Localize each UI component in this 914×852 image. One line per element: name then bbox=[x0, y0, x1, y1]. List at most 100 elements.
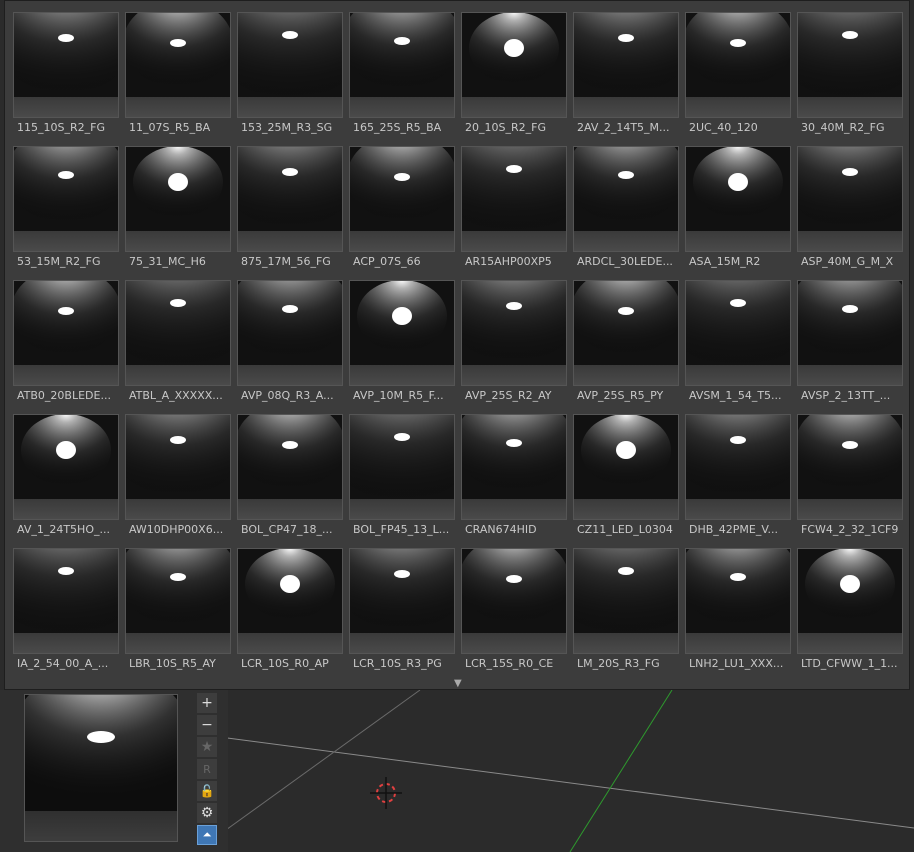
ies-profile-item[interactable]: 875_17M_56_FG bbox=[237, 146, 343, 276]
ies-profile-label: CZ11_LED_L0304 bbox=[577, 523, 673, 536]
ies-profile-item[interactable]: AVP_25S_R5_PY bbox=[573, 280, 679, 410]
collapse-browser-button[interactable]: ⏶ bbox=[197, 825, 217, 845]
ies-profile-item[interactable]: DHB_42PME_V... bbox=[685, 414, 791, 544]
ies-profile-item[interactable]: AW10DHP00X6... bbox=[125, 414, 231, 544]
ies-profile-label: ASP_40M_G_M_X bbox=[801, 255, 894, 268]
ies-profile-label: 2UC_40_120 bbox=[689, 121, 758, 134]
ies-profile-thumbnail bbox=[461, 414, 567, 520]
ies-profile-label: DHB_42PME_V... bbox=[689, 523, 778, 536]
ies-profile-label: AVSM_1_54_T5... bbox=[689, 389, 782, 402]
ies-profile-item[interactable]: 11_07S_R5_BA bbox=[125, 12, 231, 142]
ies-profile-item[interactable]: BOL_FP45_13_L... bbox=[349, 414, 455, 544]
ies-profile-thumbnail bbox=[13, 280, 119, 386]
ies-profile-label: LCR_10S_R3_PG bbox=[353, 657, 442, 670]
ies-profile-label: AVP_08Q_R3_A... bbox=[241, 389, 334, 402]
ies-profile-item[interactable]: LCR_10S_R0_AP bbox=[237, 548, 343, 678]
ies-profile-item[interactable]: ATBL_A_XXXXX... bbox=[125, 280, 231, 410]
ies-profile-thumbnail bbox=[125, 12, 231, 118]
favorite-star-icon[interactable]: ★ bbox=[197, 737, 217, 757]
ies-profile-thumbnail bbox=[125, 414, 231, 520]
ies-profile-item[interactable]: LTD_CFWW_1_1... bbox=[797, 548, 903, 678]
add-profile-button[interactable]: + bbox=[197, 693, 217, 713]
scroll-more-icon[interactable]: ▼ bbox=[454, 678, 462, 689]
settings-gear-icon[interactable]: ⚙ bbox=[197, 803, 217, 823]
ies-profile-item[interactable]: 115_10S_R2_FG bbox=[13, 12, 119, 142]
ies-profile-label: ATB0_20BLEDE... bbox=[17, 389, 111, 402]
ies-profile-item[interactable]: AVP_10M_R5_F... bbox=[349, 280, 455, 410]
ies-profile-thumbnail bbox=[125, 146, 231, 252]
ies-profile-item[interactable]: ATB0_20BLEDE... bbox=[13, 280, 119, 410]
ies-profile-thumbnail bbox=[237, 280, 343, 386]
ies-profile-item[interactable]: LNH2_LU1_XXX... bbox=[685, 548, 791, 678]
ies-profile-label: 875_17M_56_FG bbox=[241, 255, 331, 268]
ies-profile-thumbnail bbox=[573, 414, 679, 520]
ies-profile-thumbnail bbox=[13, 146, 119, 252]
ies-profile-label: ASA_15M_R2 bbox=[689, 255, 761, 268]
ies-profile-item[interactable]: BOL_CP47_18_... bbox=[237, 414, 343, 544]
ies-profile-item[interactable]: 2UC_40_120 bbox=[685, 12, 791, 142]
ies-profile-thumbnail bbox=[685, 548, 791, 654]
ies-profile-label: ACP_07S_66 bbox=[353, 255, 421, 268]
ies-profile-thumbnail bbox=[349, 12, 455, 118]
ies-profile-item[interactable]: ASP_40M_G_M_X bbox=[797, 146, 903, 276]
ies-profile-item[interactable]: AV_1_24T5HO_... bbox=[13, 414, 119, 544]
ies-profile-item[interactable]: ACP_07S_66 bbox=[349, 146, 455, 276]
ies-profile-thumbnail bbox=[461, 548, 567, 654]
ies-profile-thumbnail bbox=[461, 146, 567, 252]
ies-profile-label: AVP_25S_R5_PY bbox=[577, 389, 664, 402]
ies-profile-item[interactable]: LCR_10S_R3_PG bbox=[349, 548, 455, 678]
ies-profile-label: BOL_FP45_13_L... bbox=[353, 523, 450, 536]
ies-profile-thumbnail bbox=[125, 548, 231, 654]
ies-profile-item[interactable]: 165_25S_R5_BA bbox=[349, 12, 455, 142]
ies-profile-thumbnail bbox=[13, 414, 119, 520]
ies-profile-thumbnail bbox=[349, 414, 455, 520]
ies-profile-thumbnail bbox=[685, 280, 791, 386]
ies-profile-item[interactable]: ASA_15M_R2 bbox=[685, 146, 791, 276]
ies-profile-label: AVSP_2_13TT_... bbox=[801, 389, 891, 402]
ies-profile-thumbnail bbox=[797, 12, 903, 118]
ies-profile-thumbnail bbox=[237, 414, 343, 520]
ies-profile-item[interactable]: 75_31_MC_H6 bbox=[125, 146, 231, 276]
ies-profile-item[interactable]: AVP_25S_R2_AY bbox=[461, 280, 567, 410]
ies-profile-label: 53_15M_R2_FG bbox=[17, 255, 101, 268]
ies-profile-label: AW10DHP00X6... bbox=[129, 523, 224, 536]
rename-button[interactable]: R bbox=[197, 759, 217, 779]
ies-profile-item[interactable]: IA_2_54_00_A_... bbox=[13, 548, 119, 678]
ies-profile-thumbnail bbox=[237, 146, 343, 252]
ies-profile-label: AVP_25S_R2_AY bbox=[465, 389, 552, 402]
ies-profile-item[interactable]: LBR_10S_R5_AY bbox=[125, 548, 231, 678]
ies-profile-item[interactable]: AR15AHP00XP5 bbox=[461, 146, 567, 276]
ies-profile-label: AV_1_24T5HO_... bbox=[17, 523, 110, 536]
ies-profile-item[interactable]: AVSP_2_13TT_... bbox=[797, 280, 903, 410]
ies-profile-thumbnail bbox=[349, 280, 455, 386]
ies-profile-browser: 115_10S_R2_FG 11_07S_R5_BA 153_25M_R3_SG 16… bbox=[4, 0, 910, 690]
ies-profile-label: LM_20S_R3_FG bbox=[577, 657, 660, 670]
lock-icon[interactable]: 🔓 bbox=[197, 781, 217, 801]
ies-profile-label: LNH2_LU1_XXX... bbox=[689, 657, 784, 670]
ies-profile-label: ATBL_A_XXXXX... bbox=[129, 389, 223, 402]
ies-profile-item[interactable]: CZ11_LED_L0304 bbox=[573, 414, 679, 544]
ies-profile-item[interactable]: 20_10S_R2_FG bbox=[461, 12, 567, 142]
ies-profile-label: LBR_10S_R5_AY bbox=[129, 657, 216, 670]
ies-profile-item[interactable]: 53_15M_R2_FG bbox=[13, 146, 119, 276]
ies-profile-item[interactable]: LM_20S_R3_FG bbox=[573, 548, 679, 678]
ies-profile-item[interactable]: CRAN674HID bbox=[461, 414, 567, 544]
ies-profile-item[interactable]: 2AV_2_14T5_M... bbox=[573, 12, 679, 142]
ies-profile-label: 2AV_2_14T5_M... bbox=[577, 121, 670, 134]
ies-profile-item[interactable]: 153_25M_R3_SG bbox=[237, 12, 343, 142]
ies-profile-item[interactable]: ARDCL_30LEDE... bbox=[573, 146, 679, 276]
ies-profile-label: 11_07S_R5_BA bbox=[129, 121, 211, 134]
remove-profile-button[interactable]: − bbox=[197, 715, 217, 735]
ies-profile-item[interactable]: AVP_08Q_R3_A... bbox=[237, 280, 343, 410]
ies-profile-thumbnail bbox=[349, 548, 455, 654]
ies-profile-label: 115_10S_R2_FG bbox=[17, 121, 105, 134]
ies-profile-item[interactable]: 30_40M_R2_FG bbox=[797, 12, 903, 142]
ies-profile-thumbnail bbox=[573, 12, 679, 118]
ies-profile-item[interactable]: FCW4_2_32_1CF9 bbox=[797, 414, 903, 544]
ies-profile-thumbnail bbox=[13, 548, 119, 654]
ies-profile-thumbnail bbox=[685, 146, 791, 252]
ies-profile-thumbnail bbox=[573, 146, 679, 252]
ies-profile-item[interactable]: AVSM_1_54_T5... bbox=[685, 280, 791, 410]
ies-profile-thumbnail bbox=[797, 414, 903, 520]
ies-profile-item[interactable]: LCR_15S_R0_CE bbox=[461, 548, 567, 678]
